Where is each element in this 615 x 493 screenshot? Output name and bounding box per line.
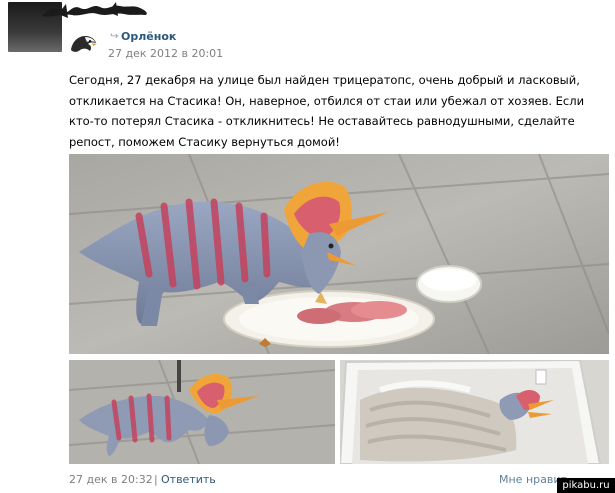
photo-right-image [340,360,609,464]
eagle-icon [71,36,97,52]
photo-main[interactable] [69,154,609,354]
footer-separator: | [154,473,158,486]
user-name-scribble [42,2,147,18]
repost-icon: ↪ [110,31,119,42]
comment-date[interactable]: 27 дек в 20:32 [69,473,153,487]
reply-link[interactable]: Ответить [161,473,216,487]
post-text: Сегодня, 27 декабря на улице был найден … [69,73,585,149]
group-avatar[interactable] [68,30,98,60]
post-date[interactable]: 27 дек 2012 в 20:01 [108,47,223,61]
group-name-link[interactable]: Орлёнок [121,29,176,44]
photo-right[interactable] [340,360,609,464]
photo-left[interactable] [69,360,335,464]
watermark: pikabu.ru [557,478,615,493]
photo-left-image [69,360,335,464]
photo-main-image [69,154,609,354]
